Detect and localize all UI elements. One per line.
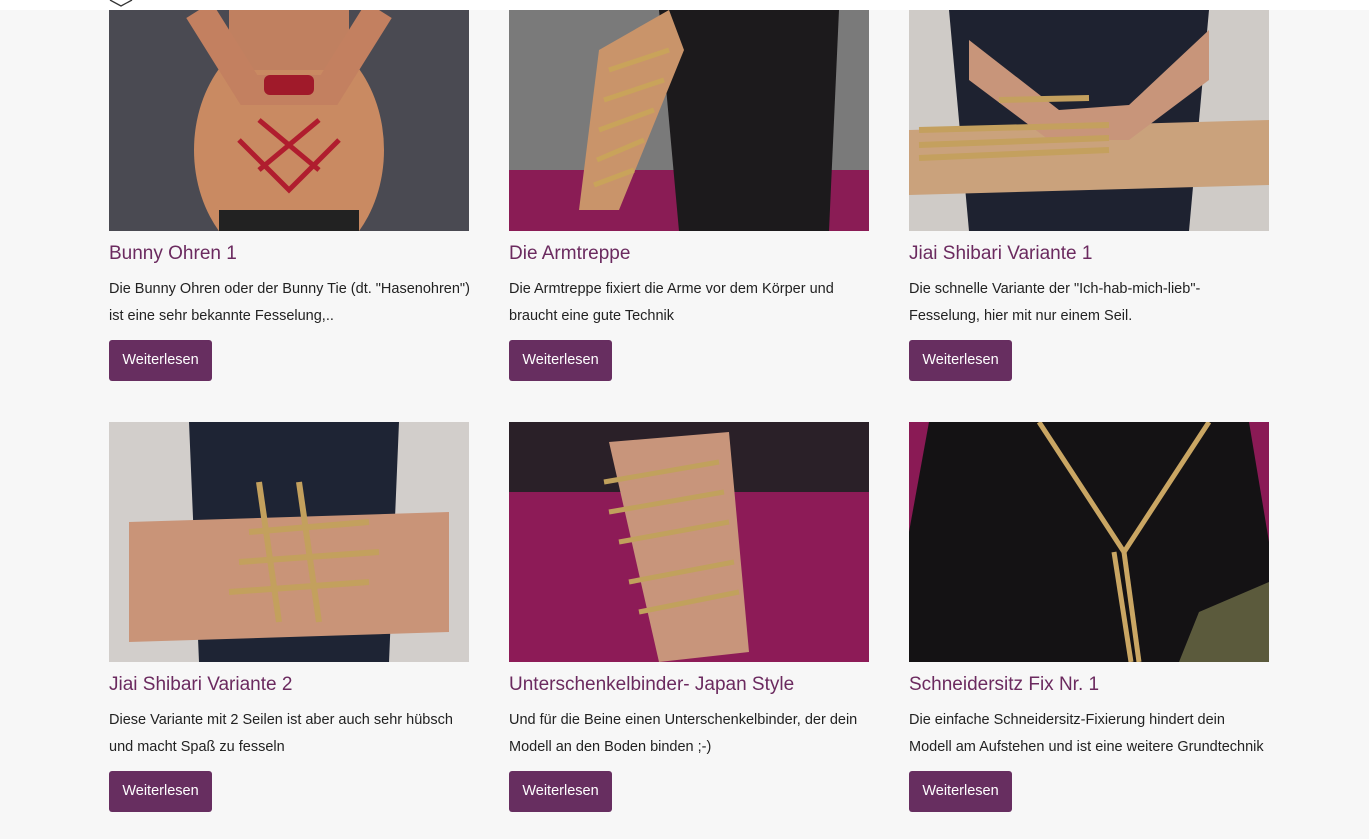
card-excerpt: Die Bunny Ohren oder der Bunny Tie (dt. … — [109, 281, 470, 324]
card-excerpt: Die einfache Schneidersitz-Fixierung hin… — [909, 712, 1264, 755]
article-card: Bunny Ohren 1 Die Bunny Ohren oder der B… — [109, 10, 470, 381]
card-excerpt: Und für die Beine einen Unterschenkelbin… — [509, 712, 858, 755]
card-image[interactable] — [109, 10, 469, 231]
card-image[interactable] — [909, 422, 1269, 662]
card-excerpt: Die Armtreppe fixiert die Arme vor dem K… — [509, 281, 834, 324]
read-more-button[interactable]: Weiterlesen — [909, 771, 1012, 812]
read-more-button[interactable]: Weiterlesen — [109, 340, 212, 381]
article-card: Jiai Shibari Variante 2 Diese Variante m… — [109, 422, 469, 812]
card-image[interactable] — [109, 422, 469, 662]
card-title[interactable]: Jiai Shibari Variante 2 — [109, 674, 292, 696]
card-title[interactable]: Jiai Shibari Variante 1 — [909, 243, 1092, 265]
article-card: Jiai Shibari Variante 1 Die schnelle Var… — [909, 10, 1269, 381]
logo-icon[interactable] — [108, 0, 134, 8]
read-more-button[interactable]: Weiterlesen — [909, 340, 1012, 381]
card-image[interactable] — [909, 10, 1269, 231]
site-header — [0, 0, 1369, 10]
card-title[interactable]: Die Armtreppe — [509, 243, 630, 265]
card-title[interactable]: Schneidersitz Fix Nr. 1 — [909, 674, 1099, 696]
card-title[interactable]: Bunny Ohren 1 — [109, 243, 237, 265]
card-excerpt: Die schnelle Variante der "Ich-hab-mich-… — [909, 281, 1201, 324]
read-more-button[interactable]: Weiterlesen — [509, 340, 612, 381]
article-card: Unterschenkelbinder- Japan Style Und für… — [509, 422, 869, 812]
read-more-button[interactable]: Weiterlesen — [109, 771, 212, 812]
card-image[interactable] — [509, 10, 869, 231]
card-excerpt: Diese Variante mit 2 Seilen ist aber auc… — [109, 712, 453, 755]
card-title[interactable]: Unterschenkelbinder- Japan Style — [509, 674, 794, 696]
read-more-button[interactable]: Weiterlesen — [509, 771, 612, 812]
card-image[interactable] — [509, 422, 869, 662]
article-card: Die Armtreppe Die Armtreppe fixiert die … — [509, 10, 869, 381]
article-card: Schneidersitz Fix Nr. 1 Die einfache Sch… — [909, 422, 1269, 812]
